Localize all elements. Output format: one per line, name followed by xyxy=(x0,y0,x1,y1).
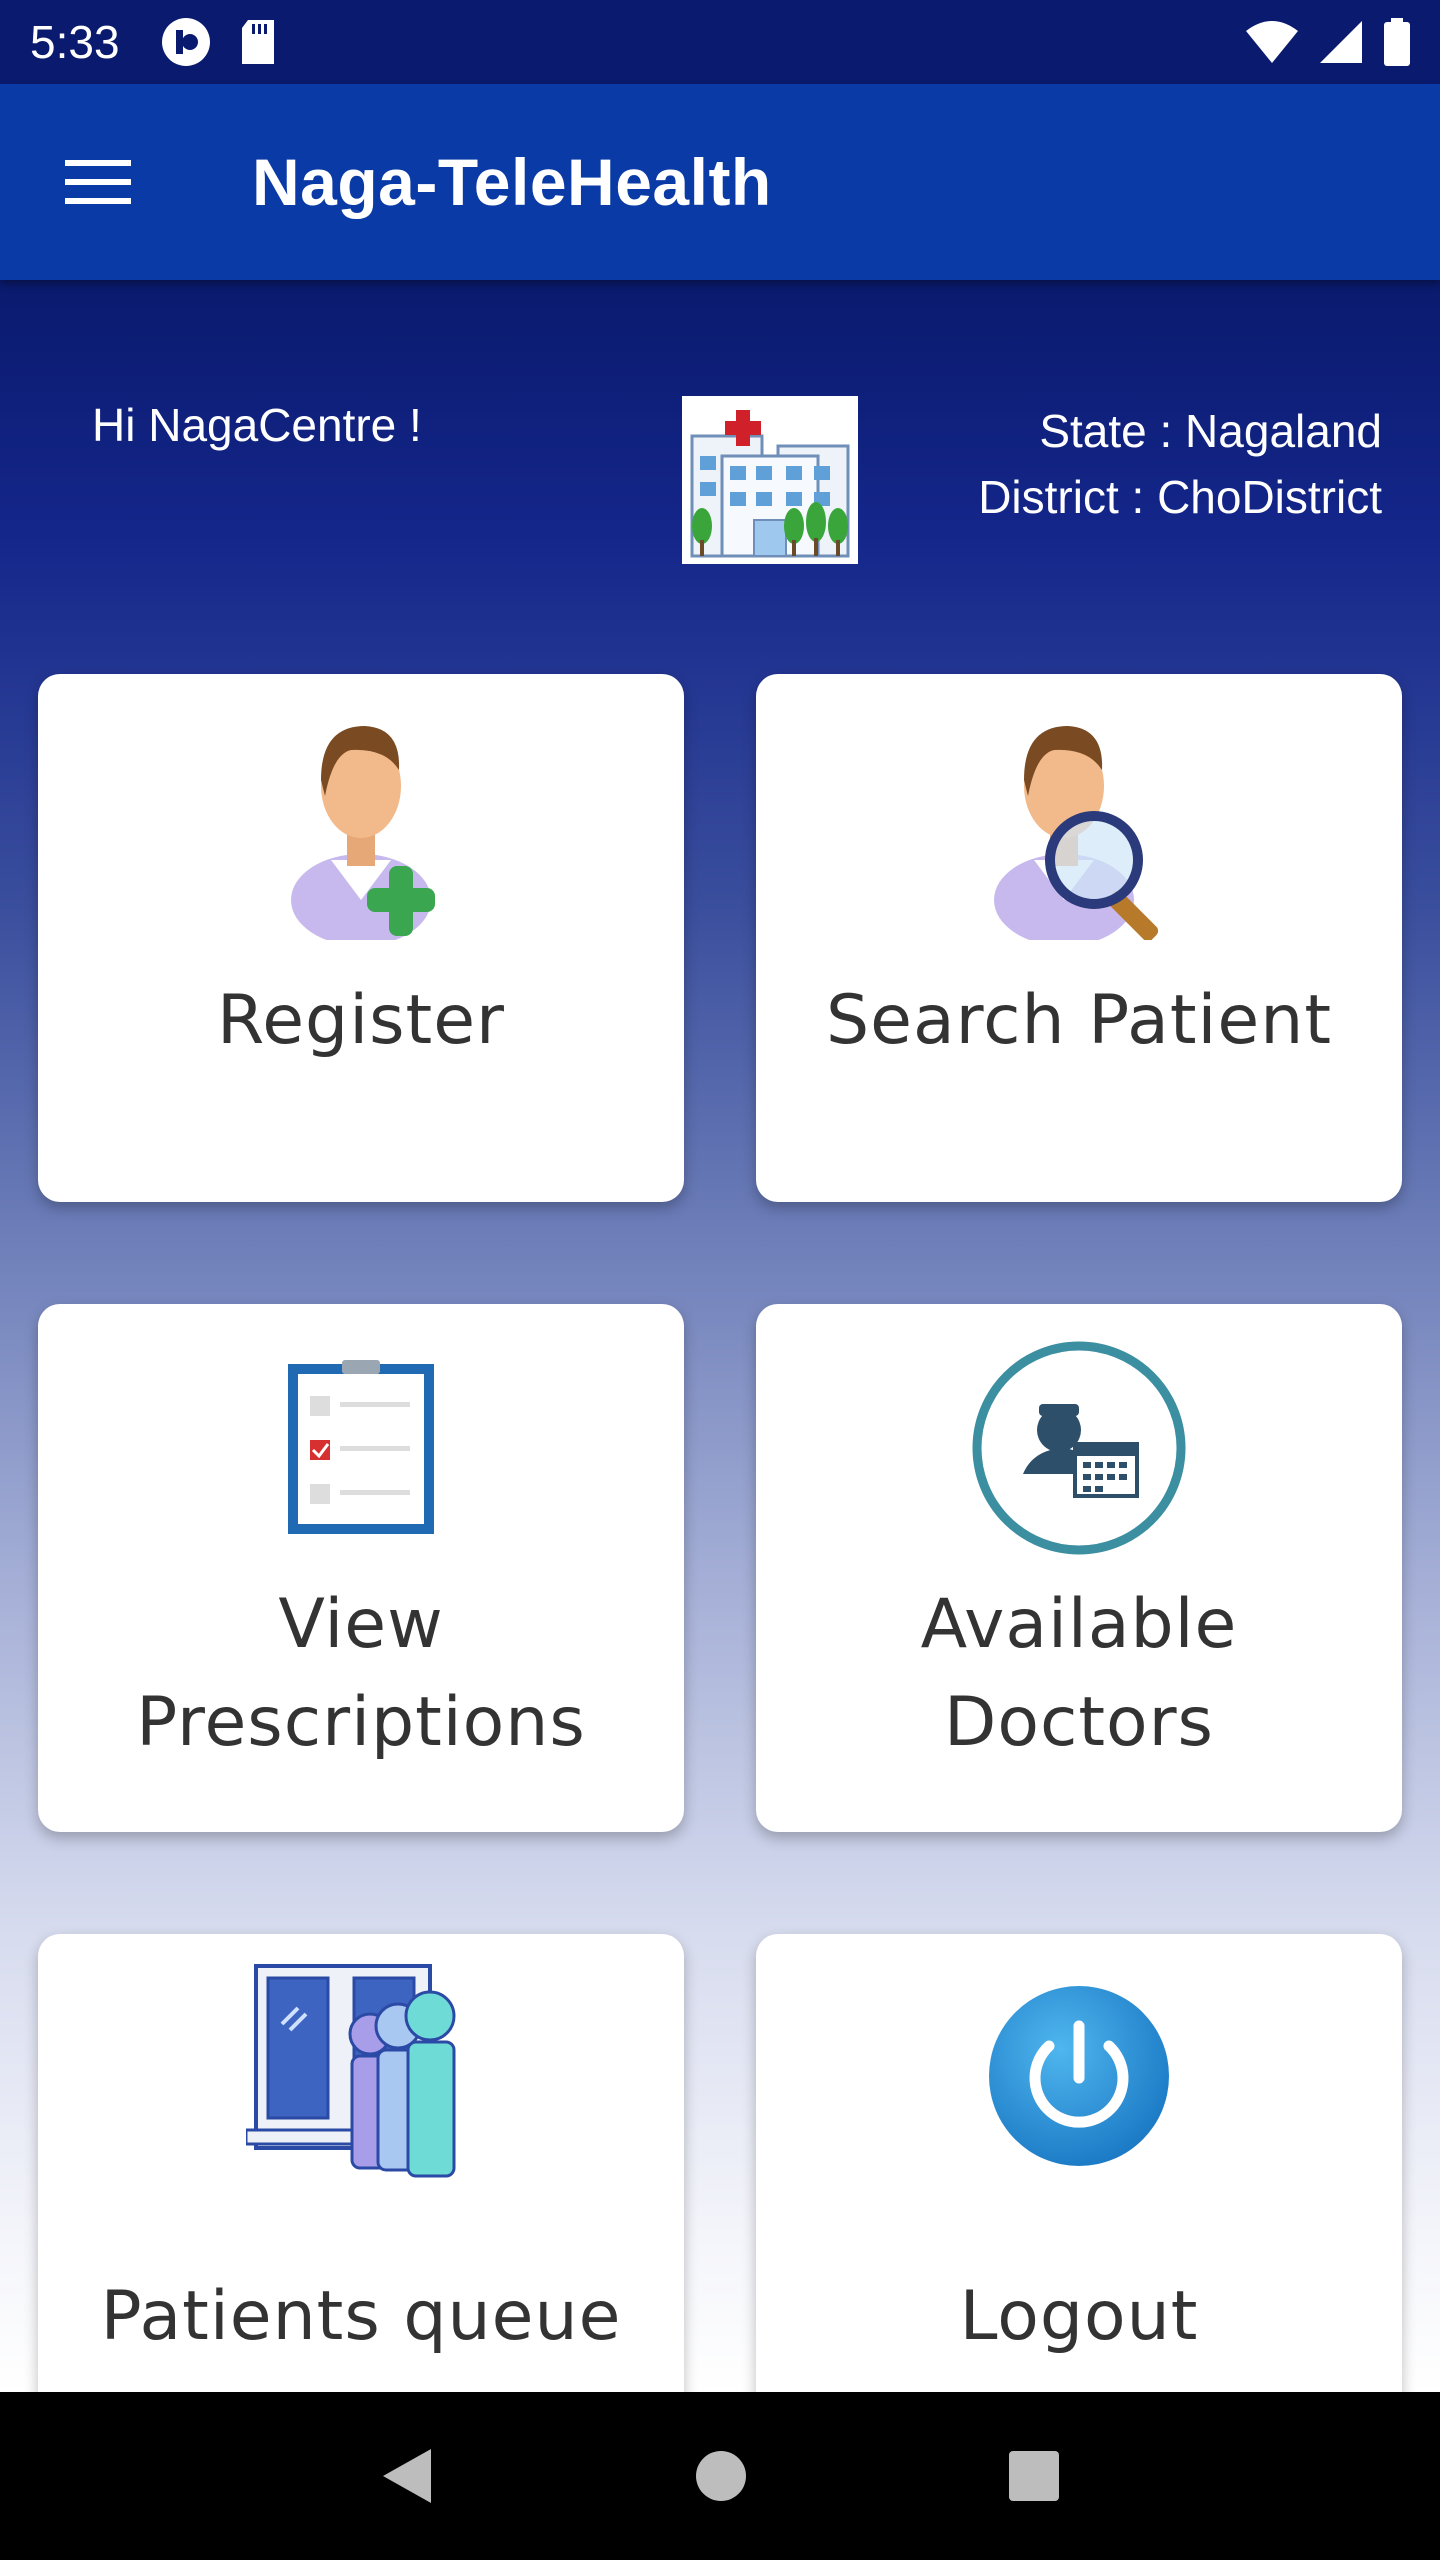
power-icon xyxy=(989,1986,1169,2166)
app-bar: Naga-TeleHealth xyxy=(0,84,1440,280)
view-prescriptions-label: View Prescriptions xyxy=(38,1576,684,1772)
register-card[interactable]: Register xyxy=(38,674,684,1202)
battery-icon xyxy=(1384,18,1410,66)
home-screen: 5:33 Naga-TeleHealth Hi NagaCentre ! Sta… xyxy=(0,0,1440,2560)
wifi-icon xyxy=(1246,21,1298,63)
doctor-calendar-icon xyxy=(972,1341,1186,1555)
search-patient-icon xyxy=(994,726,1159,940)
system-icons xyxy=(1244,0,1412,84)
hamburger-menu-icon xyxy=(65,160,131,204)
district-text: District : ChoDistrict xyxy=(978,471,1382,523)
prescription-clipboard-icon xyxy=(288,1360,434,1534)
status-bar: 5:33 xyxy=(0,0,1440,84)
notification-icons xyxy=(160,16,278,68)
app-notification-icon xyxy=(161,18,210,66)
view-prescriptions-label-line1: View xyxy=(278,1585,444,1664)
menu-button[interactable] xyxy=(48,132,148,232)
patients-queue-label: Patients queue xyxy=(100,2277,622,2356)
view-prescriptions-card[interactable]: View Prescriptions xyxy=(38,1304,684,1832)
available-doctors-label-line1: Available xyxy=(920,1585,1238,1664)
greeting-text: Hi NagaCentre ! xyxy=(92,399,422,451)
logout-card[interactable]: Logout xyxy=(756,1934,1402,2462)
available-doctors-label-line2: Doctors xyxy=(943,1683,1214,1762)
system-navigation-bar xyxy=(0,2392,1440,2560)
state-text: State : Nagaland xyxy=(1039,405,1382,457)
view-prescriptions-label-line2: Prescriptions xyxy=(136,1683,586,1762)
logout-label: Logout xyxy=(959,2277,1199,2356)
back-icon[interactable] xyxy=(379,2445,435,2507)
patients-queue-card[interactable]: Patients queue xyxy=(38,1934,684,2462)
patients-queue-icon xyxy=(246,1964,456,2178)
status-time: 5:33 xyxy=(30,16,120,68)
register-label: Register xyxy=(217,981,505,1060)
sd-card-icon xyxy=(241,20,274,64)
hospital-icon xyxy=(682,396,858,564)
register-patient-icon xyxy=(291,726,435,940)
home-icon[interactable] xyxy=(694,2449,748,2503)
search-patient-card[interactable]: Search Patient xyxy=(756,674,1402,1202)
available-doctors-card[interactable]: Available Doctors xyxy=(756,1304,1402,1832)
hospital-logo xyxy=(682,396,858,564)
location-info: State : Nagaland District : ChoDistrict xyxy=(978,398,1382,530)
cellular-signal-icon xyxy=(1320,21,1362,63)
available-doctors-label: Available Doctors xyxy=(756,1576,1402,1772)
recents-icon[interactable] xyxy=(1007,2449,1061,2503)
main-content: Hi NagaCentre ! State: Nagaland Distric… xyxy=(0,280,1440,2462)
search-patient-label: Search Patient xyxy=(825,981,1332,1060)
app-title: Naga-TeleHealth xyxy=(252,145,772,219)
